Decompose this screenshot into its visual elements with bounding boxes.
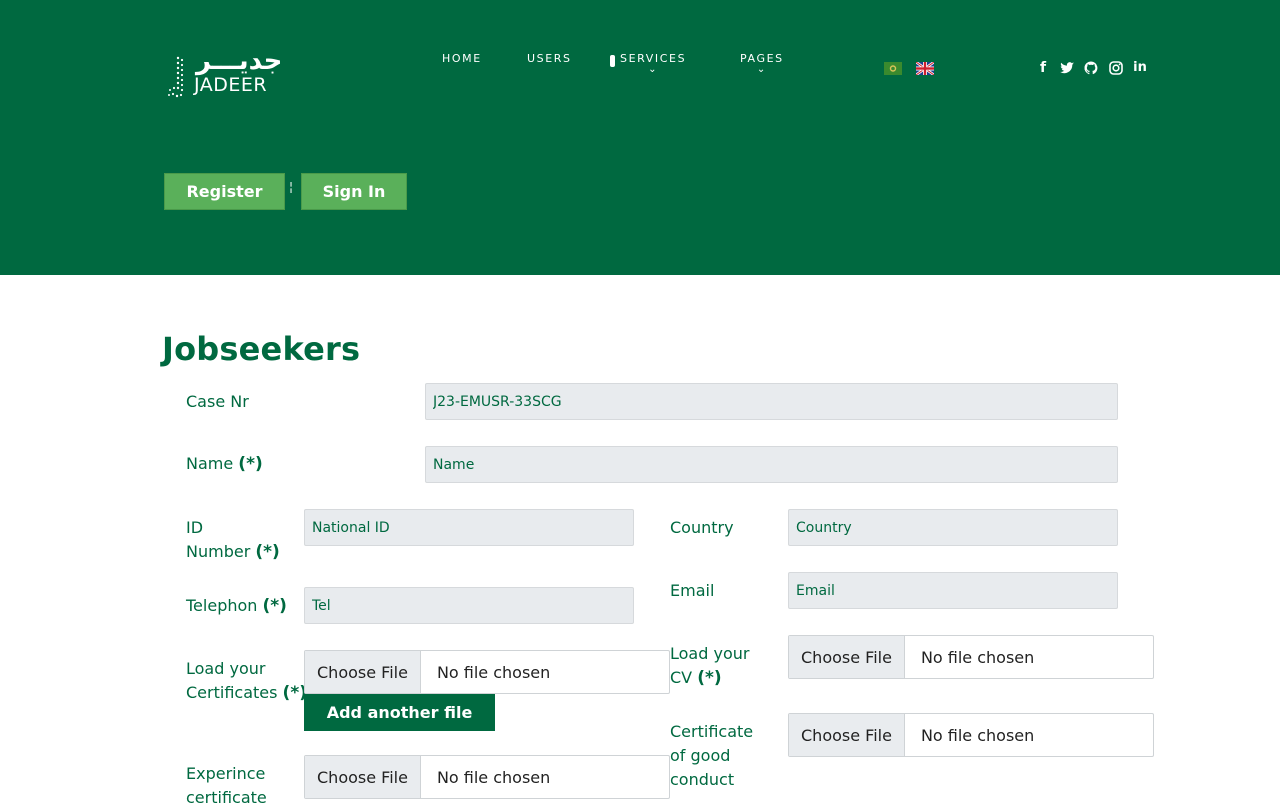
good-conduct-label-line1: Certificate	[670, 722, 754, 741]
required-marker: (*)	[255, 542, 280, 562]
twitter-bird-icon	[1060, 62, 1074, 74]
cursor-marker	[610, 55, 615, 67]
signin-button[interactable]: Sign In	[301, 173, 407, 210]
certificates-label-line1: Load your	[186, 659, 266, 678]
country-label-text: Country	[670, 518, 734, 537]
logo-latin-text: JADEER	[194, 74, 268, 96]
cv-label-line2: CV	[670, 668, 693, 687]
logo-mark-icon	[168, 56, 184, 98]
chevron-down-icon: ⌄	[648, 64, 659, 75]
twitter-icon[interactable]	[1059, 60, 1075, 76]
good-conduct-label: Certificate of good conduct	[670, 720, 753, 792]
nav-pages[interactable]: PAGES ⌄	[740, 52, 784, 75]
email-label: Email	[670, 579, 714, 603]
uk-flag-icon[interactable]	[916, 62, 934, 75]
auth-separator: ¦	[289, 180, 294, 194]
file-status-text: No file chosen	[920, 647, 1035, 667]
country-label: Country	[670, 516, 734, 540]
arabic-flag-icon[interactable]	[884, 62, 902, 75]
required-marker: (*)	[262, 596, 287, 616]
cv-label: Load your CV (*)	[670, 642, 749, 690]
certificates-file-input[interactable]: Choose File No file chosen	[304, 650, 670, 694]
name-label: Name (*)	[186, 452, 263, 476]
nav-users-label: USERS	[527, 52, 572, 65]
id-number-label: ID Number (*)	[186, 516, 280, 564]
facebook-icon[interactable]: f	[1035, 60, 1051, 76]
good-conduct-label-line2: of good	[670, 746, 731, 765]
experience-label-line2: certificate	[186, 788, 267, 807]
file-status-text: No file chosen	[920, 725, 1035, 745]
case-nr-label: Case Nr	[186, 390, 249, 414]
nav-home[interactable]: HOME	[442, 52, 482, 65]
email-field[interactable]	[788, 572, 1118, 609]
register-button[interactable]: Register	[164, 173, 285, 210]
add-another-file-button[interactable]: Add another file	[304, 694, 495, 731]
nav-services[interactable]: SERVICES ⌄	[620, 52, 686, 75]
telephone-label-text: Telephon	[186, 596, 258, 615]
good-conduct-label-line3: conduct	[670, 770, 735, 789]
github-icon[interactable]	[1083, 60, 1099, 76]
case-nr-field[interactable]	[425, 383, 1118, 420]
nav-users[interactable]: USERS	[527, 52, 572, 65]
national-id-field[interactable]	[304, 509, 634, 546]
required-marker: (*)	[238, 454, 263, 474]
telephone-field[interactable]	[304, 587, 634, 624]
choose-file-button[interactable]: Choose File	[789, 714, 905, 756]
choose-file-button[interactable]: Choose File	[305, 756, 421, 798]
instagram-camera-icon	[1109, 61, 1123, 75]
choose-file-button[interactable]: Choose File	[789, 636, 905, 678]
id-number-label-line2: Number	[186, 542, 251, 561]
github-octocat-icon	[1084, 61, 1098, 75]
header-banner: جديـــر JADEER HOME USERS SERVICES ⌄ PAGE…	[0, 0, 1280, 275]
telephone-label: Telephon (*)	[186, 594, 287, 618]
jadeer-logo[interactable]: جديـــر JADEER	[164, 46, 281, 102]
logo-arabic-text: جديـــر	[196, 46, 283, 76]
name-field[interactable]	[425, 446, 1118, 483]
file-status-text: No file chosen	[436, 662, 551, 682]
good-conduct-file-input[interactable]: Choose File No file chosen	[788, 713, 1154, 757]
email-label-text: Email	[670, 581, 715, 600]
nav-home-label: HOME	[442, 52, 482, 65]
certificates-label-line2: Certificates	[186, 683, 278, 702]
file-status-text: No file chosen	[436, 767, 551, 787]
certificates-label: Load your Certificates (*)	[186, 657, 307, 705]
cv-label-line1: Load your	[670, 644, 750, 663]
instagram-icon[interactable]	[1108, 60, 1124, 76]
experience-file-input[interactable]: Choose File No file chosen	[304, 755, 670, 799]
country-field[interactable]	[788, 509, 1118, 546]
experience-label: Experince certificate	[186, 762, 267, 810]
name-label-text: Name	[186, 454, 234, 473]
page-title: Jobseekers	[162, 330, 361, 368]
experience-label-line1: Experince	[186, 764, 266, 783]
chevron-down-icon: ⌄	[756, 64, 767, 75]
required-marker: (*)	[697, 668, 722, 688]
choose-file-button[interactable]: Choose File	[305, 651, 421, 693]
case-nr-label-text: Case Nr	[186, 392, 249, 411]
id-number-label-line1: ID	[186, 518, 204, 537]
cv-file-input[interactable]: Choose File No file chosen	[788, 635, 1154, 679]
linkedin-icon[interactable]: in	[1132, 60, 1148, 76]
